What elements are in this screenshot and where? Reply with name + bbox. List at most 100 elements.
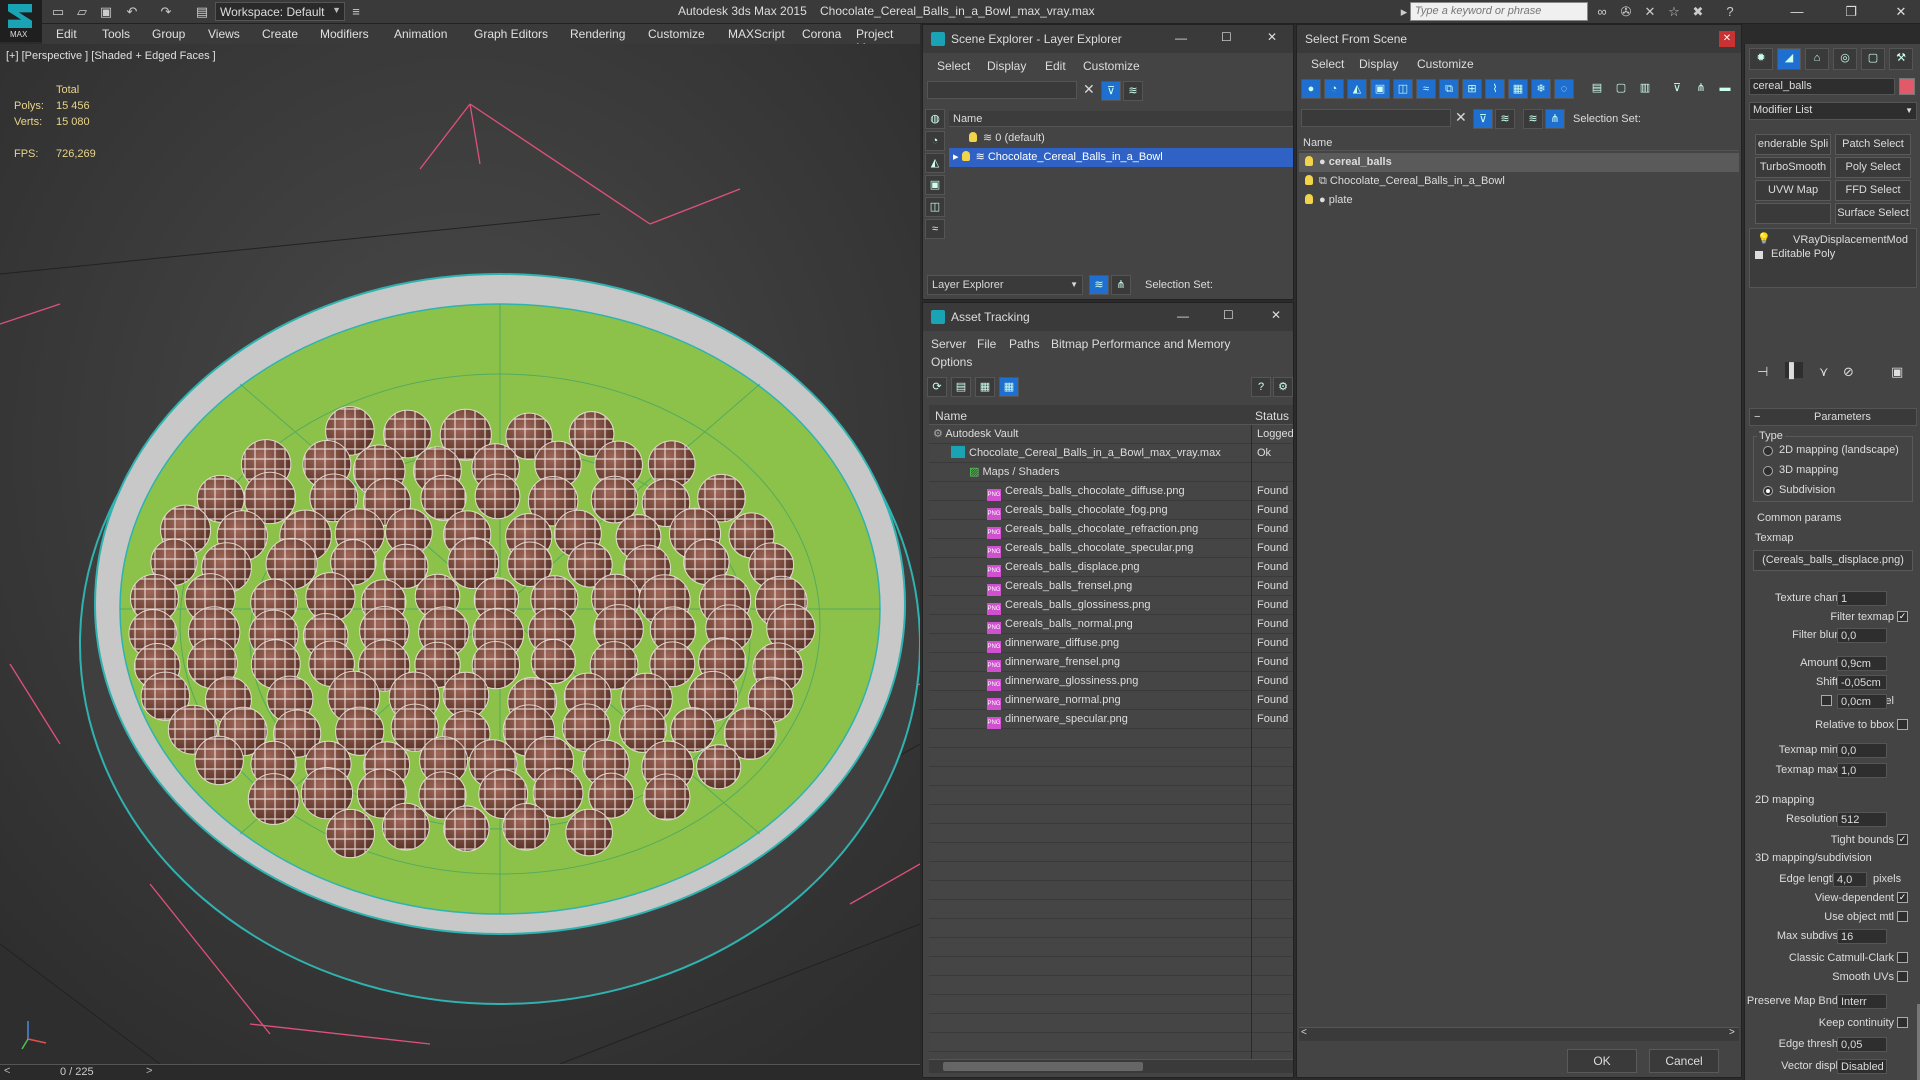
table-view-icon[interactable]: ▦ <box>999 377 1019 397</box>
display-xrefs-icon[interactable]: ⊞ <box>1462 79 1482 99</box>
asset-row[interactable]: PNG Cereals_balls_chocolate_diffuse.png <box>987 482 1185 501</box>
display-helpers-icon[interactable]: ◫ <box>1393 79 1413 99</box>
display-bones-icon[interactable]: ⌇ <box>1485 79 1505 99</box>
vector-displ-spinner[interactable]: Disabled <box>1837 1059 1887 1074</box>
modifier-shortcut-button[interactable]: Surface Select <box>1835 203 1911 224</box>
texmap-max-spinner[interactable]: 1,0 <box>1837 763 1887 778</box>
use-object-mtl-checkbox[interactable] <box>1897 911 1908 922</box>
close-icon[interactable]: ✕ <box>1886 2 1916 22</box>
layer-tool-icon[interactable]: ≋ <box>1495 109 1515 129</box>
se-display-geometry-icon[interactable]: ◍ <box>925 109 945 129</box>
max-subdivs-spinner[interactable]: 16 <box>1837 929 1887 944</box>
modifier-list-dropdown[interactable]: Modifier List ▼ <box>1749 102 1917 120</box>
asset-row[interactable]: ⚙ Autodesk Vault <box>933 425 1019 444</box>
vault-icon[interactable]: ⚙ <box>1273 377 1293 397</box>
stack-item-editable-poly[interactable]: Editable Poly <box>1771 248 1835 260</box>
asset-row[interactable]: ▨ Maps / Shaders <box>969 463 1060 482</box>
display-geometry-icon[interactable]: ● <box>1301 79 1321 99</box>
maximize-icon[interactable]: ☐ <box>1221 30 1232 44</box>
light-bulb-icon[interactable] <box>969 132 977 142</box>
favorites-star-icon[interactable]: ☆ <box>1666 4 1682 20</box>
cancel-button[interactable]: Cancel <box>1649 1049 1719 1073</box>
viewport-label[interactable]: [+] [Perspective ] [Shaded + Edged Faces… <box>6 50 216 62</box>
filter-texmap-checkbox[interactable]: ✓ <box>1897 611 1908 622</box>
hierarchy-icon[interactable]: ⋔ <box>1545 109 1565 129</box>
asset-list-hscrollbar[interactable] <box>929 1059 1293 1073</box>
sfs-hscrollbar[interactable]: < > <box>1299 1027 1739 1041</box>
minimize-icon[interactable]: — <box>1177 309 1189 323</box>
asset-row[interactable]: PNG Cereals_balls_chocolate_fog.png <box>987 501 1168 520</box>
at-menu-paths[interactable]: Paths <box>1009 337 1040 351</box>
perspective-viewport[interactable]: [+] [Perspective ] [Shaded + Edged Faces… <box>0 44 920 1064</box>
view-dependent-checkbox[interactable]: ✓ <box>1897 892 1908 903</box>
layer-tool-icon[interactable]: ≋ <box>1123 81 1143 101</box>
light-bulb-icon[interactable] <box>1305 194 1313 204</box>
preserve-map-spinner[interactable]: Interr <box>1837 994 1887 1009</box>
ok-button[interactable]: OK <box>1567 1049 1637 1073</box>
list-view-icon[interactable]: ▤ <box>951 377 971 397</box>
thumbnail-view-icon[interactable]: ▦ <box>975 377 995 397</box>
binoculars-icon[interactable]: ∞ <box>1594 4 1610 20</box>
menu-create[interactable]: Create <box>262 27 298 41</box>
subscription-icon[interactable]: ✇ <box>1618 4 1634 20</box>
asset-row[interactable]: PNG Cereals_balls_frensel.png <box>987 577 1132 596</box>
se-display-spacewarps-icon[interactable]: ≈ <box>925 219 945 239</box>
scroll-right-icon[interactable]: > <box>1729 1027 1735 1038</box>
display-spacewarps-icon[interactable]: ≈ <box>1416 79 1436 99</box>
display-containers-icon[interactable]: ▦ <box>1508 79 1528 99</box>
asset-row[interactable]: PNG dinnerware_glossiness.png <box>987 672 1138 691</box>
shift-spinner[interactable]: -0,05cm <box>1837 675 1887 690</box>
select-from-scene-titlebar[interactable]: Select From Scene ✕ <box>1297 25 1741 53</box>
pin-stack-icon[interactable]: ⊣ <box>1757 364 1768 380</box>
layer-row[interactable]: ≋ 0 (default) <box>949 129 1293 148</box>
stack-expand-icon[interactable] <box>1755 251 1763 259</box>
modifier-shortcut-button[interactable]: Poly Select <box>1835 157 1911 178</box>
radio-subdivision[interactable] <box>1763 486 1773 496</box>
hierarchy-tab-icon[interactable]: ⌂ <box>1805 48 1829 70</box>
se-display-cameras-icon[interactable]: ▣ <box>925 175 945 195</box>
display-none-icon[interactable]: ▢ <box>1611 79 1631 99</box>
se-search-input[interactable] <box>927 81 1077 99</box>
display-all-icon[interactable]: ▤ <box>1587 79 1607 99</box>
asset-row[interactable]: PNG Cereals_balls_normal.png <box>987 615 1133 634</box>
configure-sets-icon[interactable]: ▣ <box>1891 364 1903 380</box>
workspace-options-icon[interactable]: ≡ <box>348 4 364 20</box>
asset-row[interactable]: PNG dinnerware_normal.png <box>987 691 1121 710</box>
menu-rendering[interactable]: Rendering <box>570 27 625 41</box>
minimize-icon[interactable]: — <box>1175 31 1187 45</box>
scene-object-row[interactable]: ● cereal_balls <box>1299 153 1739 172</box>
water-level-spinner[interactable]: 0,0cm <box>1837 694 1887 709</box>
menu-maxscript[interactable]: MAXScript <box>728 27 785 41</box>
keep-continuity-checkbox[interactable] <box>1897 1017 1908 1028</box>
close-icon[interactable]: ✕ <box>1719 31 1735 47</box>
remove-modifier-icon[interactable]: ⊘ <box>1843 364 1854 380</box>
se-display-helpers-icon[interactable]: ◫ <box>925 197 945 217</box>
clear-search-icon[interactable]: ✕ <box>1455 109 1467 126</box>
edge-length-spinner[interactable]: 4,0 <box>1833 872 1867 887</box>
modifier-shortcut-button[interactable]: UVW Map <box>1755 180 1831 201</box>
menu-animation[interactable]: Animation <box>394 27 447 41</box>
menu-graph-editors[interactable]: Graph Editors <box>474 27 548 41</box>
at-column-status[interactable]: Status <box>1251 405 1293 425</box>
scene-object-row[interactable]: ⧉ Chocolate_Cereal_Balls_in_a_Bowl <box>1299 172 1739 191</box>
close-icon[interactable]: ✕ <box>1271 308 1281 322</box>
display-invert-icon[interactable]: ▥ <box>1635 79 1655 99</box>
display-frozen-icon[interactable]: ❄ <box>1531 79 1551 99</box>
undo-icon[interactable]: ↶ <box>124 4 140 20</box>
layer-explorer-icon[interactable]: ≋ <box>1089 275 1109 295</box>
texmap-min-spinner[interactable]: 0,0 <box>1837 743 1887 758</box>
explorer-type-dropdown[interactable]: Layer Explorer ▼ <box>927 275 1083 295</box>
sfs-column-name[interactable]: Name <box>1299 135 1739 151</box>
classic-cc-checkbox[interactable] <box>1897 952 1908 963</box>
help-icon[interactable]: ? <box>1722 4 1738 20</box>
parameters-rollout-header[interactable]: − Parameters <box>1749 408 1917 426</box>
refresh-icon[interactable]: ⟳ <box>927 377 947 397</box>
project-folder-icon[interactable]: ▤ <box>194 4 210 20</box>
new-file-icon[interactable]: ▭ <box>50 4 66 20</box>
app-menu-button[interactable]: MAX <box>0 0 42 42</box>
asset-row[interactable]: PNG dinnerware_diffuse.png <box>987 634 1119 653</box>
asset-tracking-titlebar[interactable]: Asset Tracking — ☐ ✕ <box>923 303 1293 331</box>
minimize-icon[interactable]: — <box>1782 2 1812 22</box>
help-icon[interactable]: ? <box>1251 377 1271 397</box>
save-file-icon[interactable]: ▣ <box>98 4 114 20</box>
